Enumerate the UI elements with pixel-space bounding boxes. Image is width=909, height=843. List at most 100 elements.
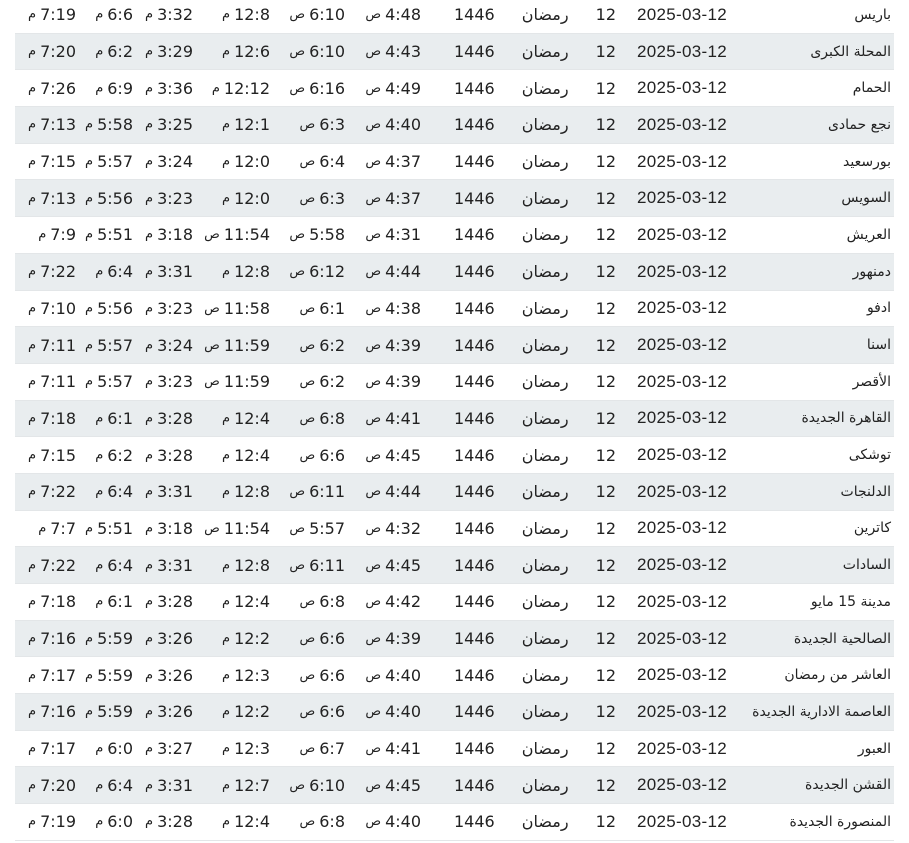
sunrise-time-period: ص	[289, 44, 306, 60]
isha-time: 7:10 م	[28, 291, 76, 327]
asr-time: 3:36 م	[145, 70, 193, 106]
asr-time: 3:26 م	[145, 621, 193, 657]
isha-time-period: م	[28, 814, 37, 830]
asr-time-value: 3:28	[157, 408, 193, 428]
hijri-year: 1446	[454, 408, 495, 428]
hijri-year: 1446	[454, 629, 495, 649]
isha-time-period: م	[28, 80, 37, 96]
dhuhr-time-period: م	[222, 667, 231, 683]
isha-time-period: م	[28, 741, 37, 757]
asr-time-value: 3:28	[157, 592, 193, 612]
isha-time-value: 7:26	[40, 78, 76, 98]
maghrib-time-value: 6:9	[107, 78, 133, 98]
fajr-time: 4:41 ص	[365, 731, 421, 767]
fajr-time-period: ص	[365, 190, 382, 206]
fajr-time-value: 4:31	[385, 225, 421, 245]
dhuhr-time: 12:12 م	[212, 70, 270, 106]
dhuhr-time-value: 12:8	[234, 555, 270, 575]
fajr-time: 4:37 ص	[365, 180, 421, 216]
maghrib-time-value: 6:4	[107, 482, 133, 502]
fajr-time-value: 4:41	[385, 408, 421, 428]
table-row: الصالحية الجديدة 2025-03-12 12 رمضان 1446 4:3…	[15, 620, 894, 658]
hijri-month: رمضان	[521, 812, 569, 832]
hijri-date: 12 رمضان 1446	[454, 547, 616, 583]
hijri-year: 1446	[454, 225, 495, 245]
city-name: الدلنجات	[840, 483, 891, 500]
maghrib-time: 5:51 م	[85, 511, 133, 547]
asr-time: 3:28 م	[145, 437, 193, 473]
hijri-month: رمضان	[521, 42, 569, 62]
maghrib-time-value: 6:2	[107, 42, 133, 62]
sunrise-time-value: 6:6	[319, 629, 345, 649]
hijri-day: 12	[595, 445, 616, 465]
sunrise-time: 6:3 ص	[300, 107, 345, 143]
dhuhr-time-period: م	[211, 80, 220, 96]
sunrise-time-value: 5:57	[309, 518, 345, 538]
table-row: الأقصر 2025-03-12 12 رمضان 1446 4:39 ص 6:2 ص 11:5…	[15, 364, 894, 401]
sunrise-time: 6:16 ص	[289, 70, 345, 106]
maghrib-time-value: 6:4	[107, 775, 133, 795]
dhuhr-time-value: 12:2	[234, 629, 270, 649]
dhuhr-time-period: م	[222, 777, 231, 793]
isha-time: 7:16 م	[28, 694, 76, 730]
hijri-year: 1446	[454, 42, 495, 62]
asr-time: 3:25 م	[145, 107, 193, 143]
maghrib-time: 6:4 م	[95, 474, 133, 510]
dhuhr-time-value: 12:0	[234, 152, 270, 172]
hijri-month: رمضان	[521, 5, 569, 25]
isha-time-period: م	[28, 447, 37, 463]
fajr-time-value: 4:40	[385, 115, 421, 135]
maghrib-time-value: 5:51	[97, 225, 133, 245]
maghrib-time-value: 5:56	[97, 298, 133, 318]
hijri-date: 12 رمضان 1446	[454, 767, 616, 803]
maghrib-time-period: م	[85, 117, 94, 133]
prayer-times-table: باريس 2025-03-12 12 رمضان 1446 4:48 ص 6:10 ص 12:8…	[15, 0, 894, 841]
asr-time-value: 3:23	[157, 188, 193, 208]
asr-time: 3:23 م	[145, 364, 193, 400]
maghrib-time: 6:2 م	[95, 34, 133, 70]
gregorian-date: 2025-03-12	[637, 298, 727, 318]
sunrise-time-value: 6:10	[309, 5, 345, 25]
sunrise-time-period: ص	[299, 374, 316, 390]
fajr-time: 4:45 ص	[365, 547, 421, 583]
fajr-time: 4:32 ص	[365, 511, 421, 547]
fajr-time-period: ص	[365, 117, 382, 133]
asr-time-period: م	[145, 190, 154, 206]
fajr-time-value: 4:32	[385, 518, 421, 538]
isha-time: 7:18 م	[28, 401, 76, 437]
table-row: العبور 2025-03-12 12 رمضان 1446 4:41 ص 6:7 ص 12:3…	[15, 731, 894, 768]
sunrise-time-period: ص	[289, 264, 306, 280]
fajr-time-period: ص	[365, 410, 382, 426]
fajr-time-value: 4:48	[385, 5, 421, 25]
table-row: السويس 2025-03-12 12 رمضان 1446 4:37 ص 6:3 ص 12:0…	[15, 180, 894, 218]
sunrise-time-period: ص	[299, 117, 316, 133]
fajr-time-period: ص	[365, 80, 382, 96]
maghrib-time-value: 6:4	[107, 262, 133, 282]
sunrise-time-period: ص	[289, 484, 306, 500]
isha-time-value: 7:22	[40, 555, 76, 575]
hijri-date: 12 رمضان 1446	[454, 180, 616, 216]
hijri-date: 12 رمضان 1446	[454, 694, 616, 730]
gregorian-date: 2025-03-12	[637, 775, 727, 795]
hijri-year: 1446	[454, 115, 495, 135]
isha-time: 7:17 م	[28, 657, 76, 693]
maghrib-time: 5:59 م	[85, 621, 133, 657]
dhuhr-time-period: م	[222, 7, 231, 23]
maghrib-time-period: م	[85, 154, 94, 170]
isha-time: 7:22 م	[28, 254, 76, 290]
fajr-time: 4:37 ص	[365, 144, 421, 180]
maghrib-time-period: م	[95, 484, 104, 500]
sunrise-time: 6:2 ص	[300, 364, 345, 400]
sunrise-time-value: 6:6	[319, 702, 345, 722]
isha-time-period: م	[28, 190, 37, 206]
hijri-date: 12 رمضان 1446	[454, 0, 616, 33]
dhuhr-time-period: ص	[204, 300, 220, 316]
asr-time: 3:31 م	[145, 254, 193, 290]
asr-time: 3:27 م	[145, 731, 193, 767]
hijri-day: 12	[595, 702, 616, 722]
sunrise-time: 6:8 ص	[300, 584, 345, 620]
isha-time: 7:9 م	[38, 217, 76, 253]
city-name: العريش	[846, 226, 891, 243]
dhuhr-time-value: 12:8	[234, 482, 270, 502]
maghrib-time-period: م	[85, 631, 94, 647]
